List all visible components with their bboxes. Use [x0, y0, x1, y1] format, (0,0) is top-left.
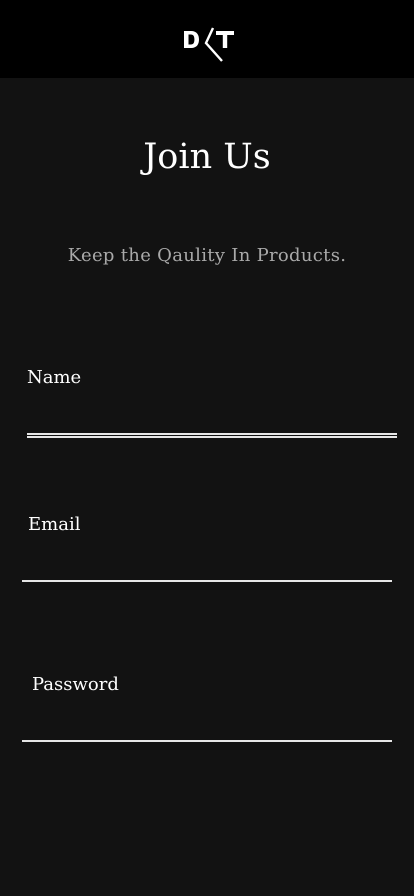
- page-title: Join Us: [143, 137, 271, 177]
- name-label: Name: [27, 367, 82, 388]
- password-label: Password: [32, 674, 119, 695]
- password-input[interactable]: [22, 705, 392, 739]
- email-label: Email: [28, 514, 81, 535]
- email-underline: [22, 580, 392, 582]
- dt-monogram-logo-icon[interactable]: [182, 24, 236, 62]
- password-underline: [22, 740, 392, 742]
- name-underline: [27, 433, 397, 438]
- page-subtitle: Keep the Qaulity In Products.: [67, 245, 347, 266]
- email-input[interactable]: [22, 545, 392, 579]
- top-header: [0, 0, 414, 78]
- name-input[interactable]: [27, 398, 397, 432]
